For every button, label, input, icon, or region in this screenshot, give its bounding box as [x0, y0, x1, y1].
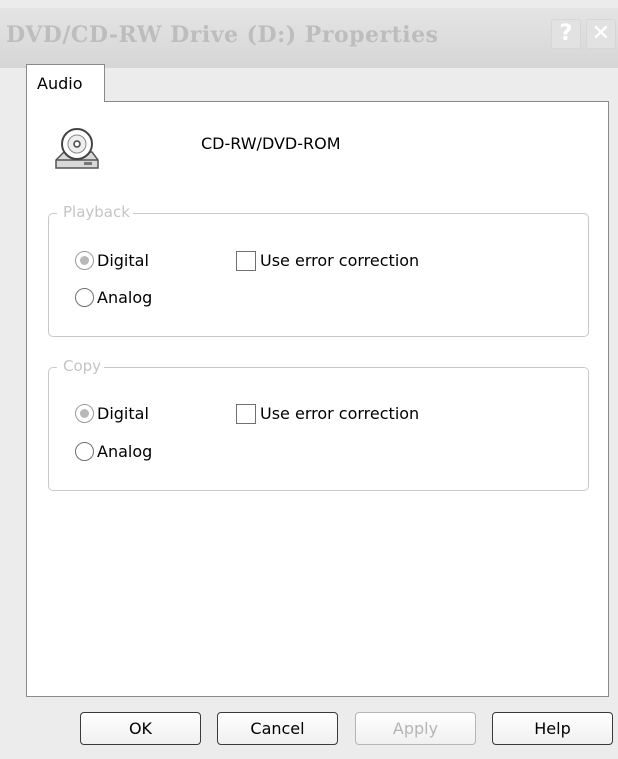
cancel-button[interactable]: Cancel [217, 712, 338, 745]
playback-analog-label[interactable]: Analog [97, 288, 152, 307]
playback-error-correction-label[interactable]: Use error correction [260, 251, 419, 270]
copy-error-correction-checkbox[interactable] [236, 404, 256, 424]
tab-audio[interactable]: Audio [26, 64, 105, 102]
copy-analog-radio[interactable] [75, 442, 94, 461]
playback-analog-radio[interactable] [75, 288, 94, 307]
playback-error-correction-checkbox[interactable] [236, 251, 256, 271]
apply-button[interactable]: Apply [355, 712, 476, 745]
properties-dialog: DVD/CD-RW Drive (D:) Properties ? ✕ Audi… [0, 0, 618, 759]
playback-digital-label[interactable]: Digital [97, 251, 149, 270]
help-button[interactable]: Help [492, 712, 613, 745]
playback-digital-radio[interactable] [75, 251, 94, 270]
help-icon[interactable]: ? [551, 19, 581, 49]
copy-analog-label[interactable]: Analog [97, 442, 152, 461]
ok-button[interactable]: OK [80, 712, 201, 745]
device-name: CD-RW/DVD-ROM [201, 134, 341, 153]
copy-digital-radio[interactable] [75, 404, 94, 423]
copy-digital-label[interactable]: Digital [97, 404, 149, 423]
cd-drive-icon [55, 128, 99, 169]
playback-group: Playback [48, 203, 589, 337]
copy-group: Copy [48, 357, 589, 491]
copy-error-correction-label[interactable]: Use error correction [260, 404, 419, 423]
playback-legend: Playback [57, 203, 133, 221]
window-title: DVD/CD-RW Drive (D:) Properties [6, 22, 439, 48]
copy-legend: Copy [57, 357, 105, 375]
title-bar[interactable]: DVD/CD-RW Drive (D:) Properties ? ✕ [0, 8, 618, 68]
close-icon[interactable]: ✕ [586, 19, 616, 49]
